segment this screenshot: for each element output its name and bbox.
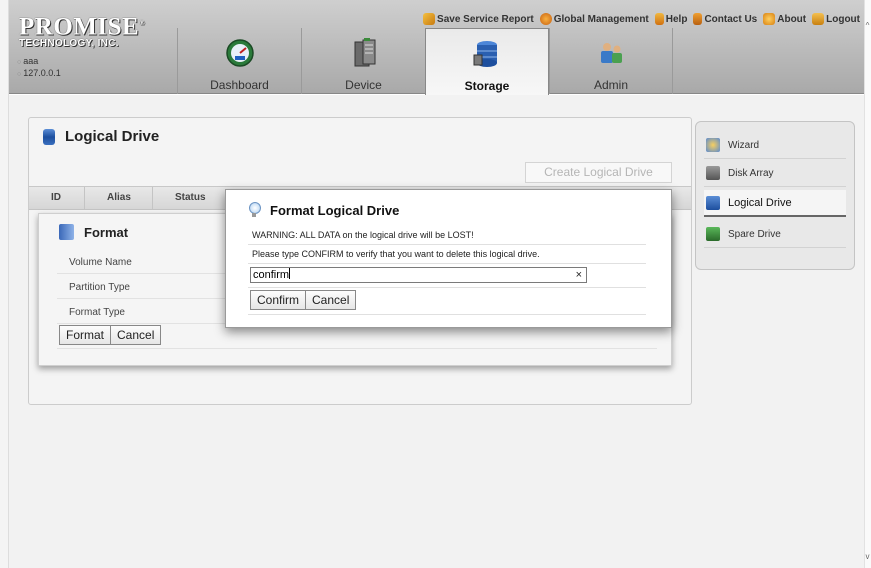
logout-icon (812, 13, 825, 25)
report-icon (423, 13, 436, 25)
help-label: Help (665, 13, 688, 25)
dialog-warning: WARNING: ALL DATA on the logical drive w… (252, 230, 474, 240)
volume-name-label: Volume Name (69, 257, 132, 268)
dialog-title: Format Logical Drive (248, 202, 399, 218)
tab-admin-label: Admin (593, 78, 628, 92)
format-form-title: Format (59, 224, 128, 240)
column-status[interactable]: Status (153, 187, 233, 209)
logo-registered-mark: ® (139, 19, 145, 27)
storage-side-menu: Wizard Disk Array Logical Drive Spare Dr… (695, 121, 855, 270)
tab-storage[interactable]: Storage (425, 28, 549, 95)
confirm-input[interactable]: confirm × (250, 267, 587, 283)
top-links: Save Service Report Global Management He… (423, 13, 860, 25)
logout-link[interactable]: Logout (812, 13, 860, 25)
menu-item-spare-drive[interactable]: Spare Drive (704, 221, 846, 248)
help-link[interactable]: Help (654, 13, 688, 25)
save-service-report-link[interactable]: Save Service Report (423, 13, 534, 25)
cancel-button[interactable]: Cancel (110, 326, 160, 344)
column-id[interactable]: ID (29, 187, 85, 209)
format-logical-drive-dialog: Format Logical Drive WARNING: ALL DATA o… (225, 189, 672, 328)
format-icon (59, 224, 74, 240)
logout-label: Logout (826, 13, 860, 25)
confirm-button[interactable]: Confirm (251, 291, 305, 309)
menu-item-wizard-label: Wizard (728, 139, 760, 151)
help-icon (654, 13, 664, 25)
left-edge-strip (0, 0, 9, 568)
divider (248, 244, 646, 245)
format-button[interactable]: Format (60, 326, 110, 344)
app-header: PROMISE® TECHNOLOGY, INC. aaa 127.0.0.1 … (9, 0, 864, 95)
menu-item-disk-array-label: Disk Array (728, 167, 774, 179)
create-logical-drive-button[interactable]: Create Logical Drive (525, 162, 672, 183)
main-content: Logical Drive Create Logical Drive ID Al… (9, 95, 864, 568)
globe-icon (539, 13, 552, 25)
main-nav-tabs: Dashboard Device Storage Admin (177, 28, 673, 95)
tab-dashboard[interactable]: Dashboard (177, 28, 301, 94)
divider (248, 287, 646, 288)
promise-logo: PROMISE® TECHNOLOGY, INC. (19, 12, 145, 49)
logo-text: PROMISE (19, 13, 140, 41)
dialog-cancel-button[interactable]: Cancel (305, 291, 355, 309)
spare-drive-icon (706, 227, 720, 241)
vertical-scrollbar[interactable]: ^ v (864, 0, 871, 568)
tab-admin[interactable]: Admin (549, 28, 673, 94)
divider (248, 314, 646, 315)
divider (248, 263, 646, 264)
logical-drive-icon (706, 195, 720, 210)
gauge-icon (225, 39, 254, 67)
confirm-input-value: confirm (253, 269, 290, 281)
server-icon (354, 38, 375, 67)
session-info: aaa 127.0.0.1 (17, 56, 61, 80)
tab-dashboard-label: Dashboard (210, 78, 269, 92)
about-icon (763, 13, 776, 25)
format-form-title-text: Format (84, 224, 129, 240)
format-form-buttons: Format Cancel (59, 325, 162, 345)
lightbulb-icon (248, 202, 261, 218)
page-title: Logical Drive (43, 128, 159, 145)
menu-item-wizard[interactable]: Wizard (704, 132, 846, 159)
dialog-instruction: Please type CONFIRM to verify that you w… (252, 249, 540, 259)
database-icon (473, 41, 497, 67)
about-link[interactable]: About (763, 13, 806, 25)
dialog-buttons: Confirm Cancel (250, 290, 357, 310)
text-caret (289, 268, 291, 279)
global-management-link[interactable]: Global Management (539, 13, 649, 25)
tab-device-label: Device (345, 78, 382, 92)
partition-type-label: Partition Type (69, 282, 130, 293)
format-type-label: Format Type (69, 307, 125, 318)
save-service-report-label: Save Service Report (437, 13, 534, 25)
logical-drive-icon (43, 128, 55, 145)
menu-item-logical-drive[interactable]: Logical Drive (704, 190, 846, 217)
tab-storage-label: Storage (464, 79, 510, 93)
username: aaa (17, 56, 61, 68)
global-management-label: Global Management (553, 13, 649, 25)
host-address: 127.0.0.1 (17, 68, 61, 80)
tab-device[interactable]: Device (301, 28, 425, 94)
clear-icon[interactable]: × (576, 268, 582, 282)
contact-us-label: Contact Us (704, 13, 758, 25)
wizard-icon (706, 138, 720, 152)
phone-icon (693, 13, 703, 25)
page-title-text: Logical Drive (65, 128, 160, 145)
contact-us-link[interactable]: Contact Us (693, 13, 757, 25)
column-alias[interactable]: Alias (85, 187, 153, 209)
menu-item-spare-drive-label: Spare Drive (728, 228, 781, 240)
divider (57, 348, 657, 349)
dialog-title-text: Format Logical Drive (270, 202, 400, 218)
menu-item-logical-drive-label: Logical Drive (728, 196, 792, 209)
scroll-down-icon[interactable]: v (864, 553, 871, 561)
about-label: About (777, 13, 807, 25)
menu-item-disk-array[interactable]: Disk Array (704, 160, 846, 187)
users-icon (601, 43, 622, 63)
disk-array-icon (706, 166, 720, 180)
scroll-up-icon[interactable]: ^ (864, 22, 871, 30)
